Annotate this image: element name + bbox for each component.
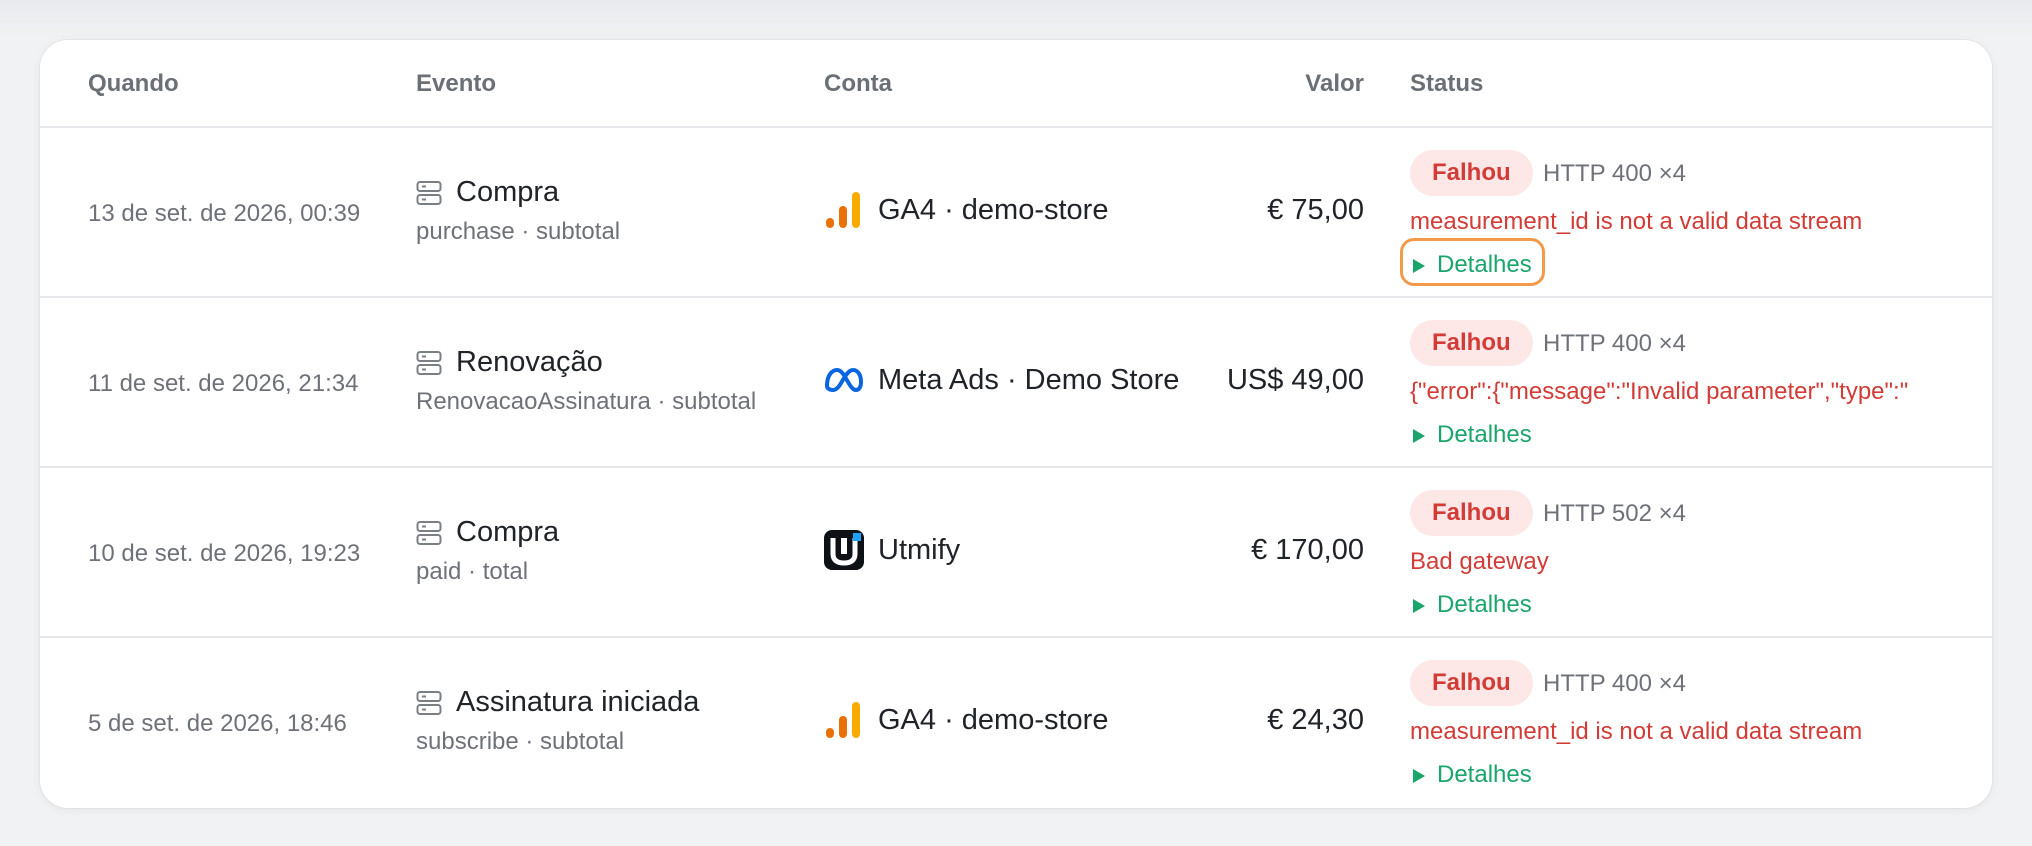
http-status: HTTP 502 ×4 [1543, 500, 1686, 527]
account-name: GA4 · demo-store [878, 704, 1109, 736]
details-label: Detalhes [1437, 761, 1532, 788]
row-date: 13 de set. de 2026, 00:39 [88, 200, 361, 227]
account-name: Utmify [878, 534, 961, 566]
table-row[interactable]: 11 de set. de 2026, 21:34 Renovação Reno… [40, 298, 1992, 468]
row-date: 5 de set. de 2026, 18:46 [88, 710, 347, 737]
server-icon [416, 521, 442, 545]
ga4-logo-icon [826, 702, 860, 738]
play-triangle-icon [1413, 599, 1425, 613]
server-icon [416, 181, 442, 205]
error-message: measurement_id is not a valid data strea… [1410, 208, 1863, 235]
utmify-logo-icon [824, 530, 864, 570]
meta-logo-icon [825, 368, 863, 392]
header-status: Status [1410, 70, 1484, 97]
header-account: Conta [824, 70, 892, 97]
row-value: € 170,00 [1251, 534, 1364, 566]
row-date: 11 de set. de 2026, 21:34 [88, 370, 359, 397]
status-badge: Falhou [1410, 150, 1533, 196]
row-value: € 75,00 [1267, 194, 1364, 226]
details-toggle[interactable]: Detalhes [1400, 578, 1545, 626]
status-badge: Falhou [1410, 660, 1533, 706]
http-status: HTTP 400 ×4 [1543, 160, 1686, 187]
http-status: HTTP 400 ×4 [1543, 330, 1686, 357]
table-row[interactable]: 10 de set. de 2026, 19:23 Compra paid · … [40, 468, 1992, 638]
table-row[interactable]: 5 de set. de 2026, 18:46 Assinatura inic… [40, 638, 1992, 808]
error-message: Bad gateway [1410, 548, 1549, 575]
status-badge: Falhou [1410, 490, 1533, 536]
play-triangle-icon [1413, 769, 1425, 783]
event-title: Assinatura iniciada [456, 686, 700, 718]
row-value: € 24,30 [1267, 704, 1364, 736]
event-subtitle: paid · total [416, 558, 529, 585]
server-icon [416, 691, 442, 715]
details-toggle[interactable]: Detalhes [1400, 238, 1545, 286]
ga4-logo-icon [826, 192, 860, 228]
row-date: 10 de set. de 2026, 19:23 [88, 540, 361, 567]
http-status: HTTP 400 ×4 [1543, 670, 1686, 697]
details-label: Detalhes [1437, 421, 1532, 448]
details-toggle[interactable]: Detalhes [1400, 408, 1545, 456]
events-table-card: Quando Evento Conta Valor Status 13 de s… [40, 40, 1992, 808]
event-subtitle: subscribe · subtotal [416, 728, 625, 755]
top-shadow [0, 0, 2032, 40]
event-title: Renovação [456, 346, 603, 378]
details-label: Detalhes [1437, 251, 1532, 278]
details-toggle[interactable]: Detalhes [1400, 748, 1545, 796]
play-triangle-icon [1413, 259, 1425, 273]
account-name: Meta Ads · Demo Store [878, 364, 1180, 396]
header-event: Evento [416, 70, 497, 97]
header-when: Quando [88, 70, 179, 97]
play-triangle-icon [1413, 429, 1425, 443]
event-title: Compra [456, 516, 560, 548]
account-name: GA4 · demo-store [878, 194, 1109, 226]
table-header: Quando Evento Conta Valor Status [40, 40, 1992, 128]
server-icon [416, 351, 442, 375]
header-value: Valor [1305, 70, 1364, 97]
row-value: US$ 49,00 [1226, 364, 1364, 396]
details-label: Detalhes [1437, 591, 1532, 618]
error-message: {"error":{"message":"Invalid parameter",… [1410, 378, 1909, 405]
status-badge: Falhou [1410, 320, 1533, 366]
error-message: measurement_id is not a valid data strea… [1410, 718, 1863, 745]
event-title: Compra [456, 176, 560, 208]
table-row[interactable]: 13 de set. de 2026, 00:39 Compra purchas… [40, 128, 1992, 298]
event-subtitle: purchase · subtotal [416, 218, 621, 245]
event-subtitle: RenovacaoAssinatura · subtotal [416, 388, 757, 415]
